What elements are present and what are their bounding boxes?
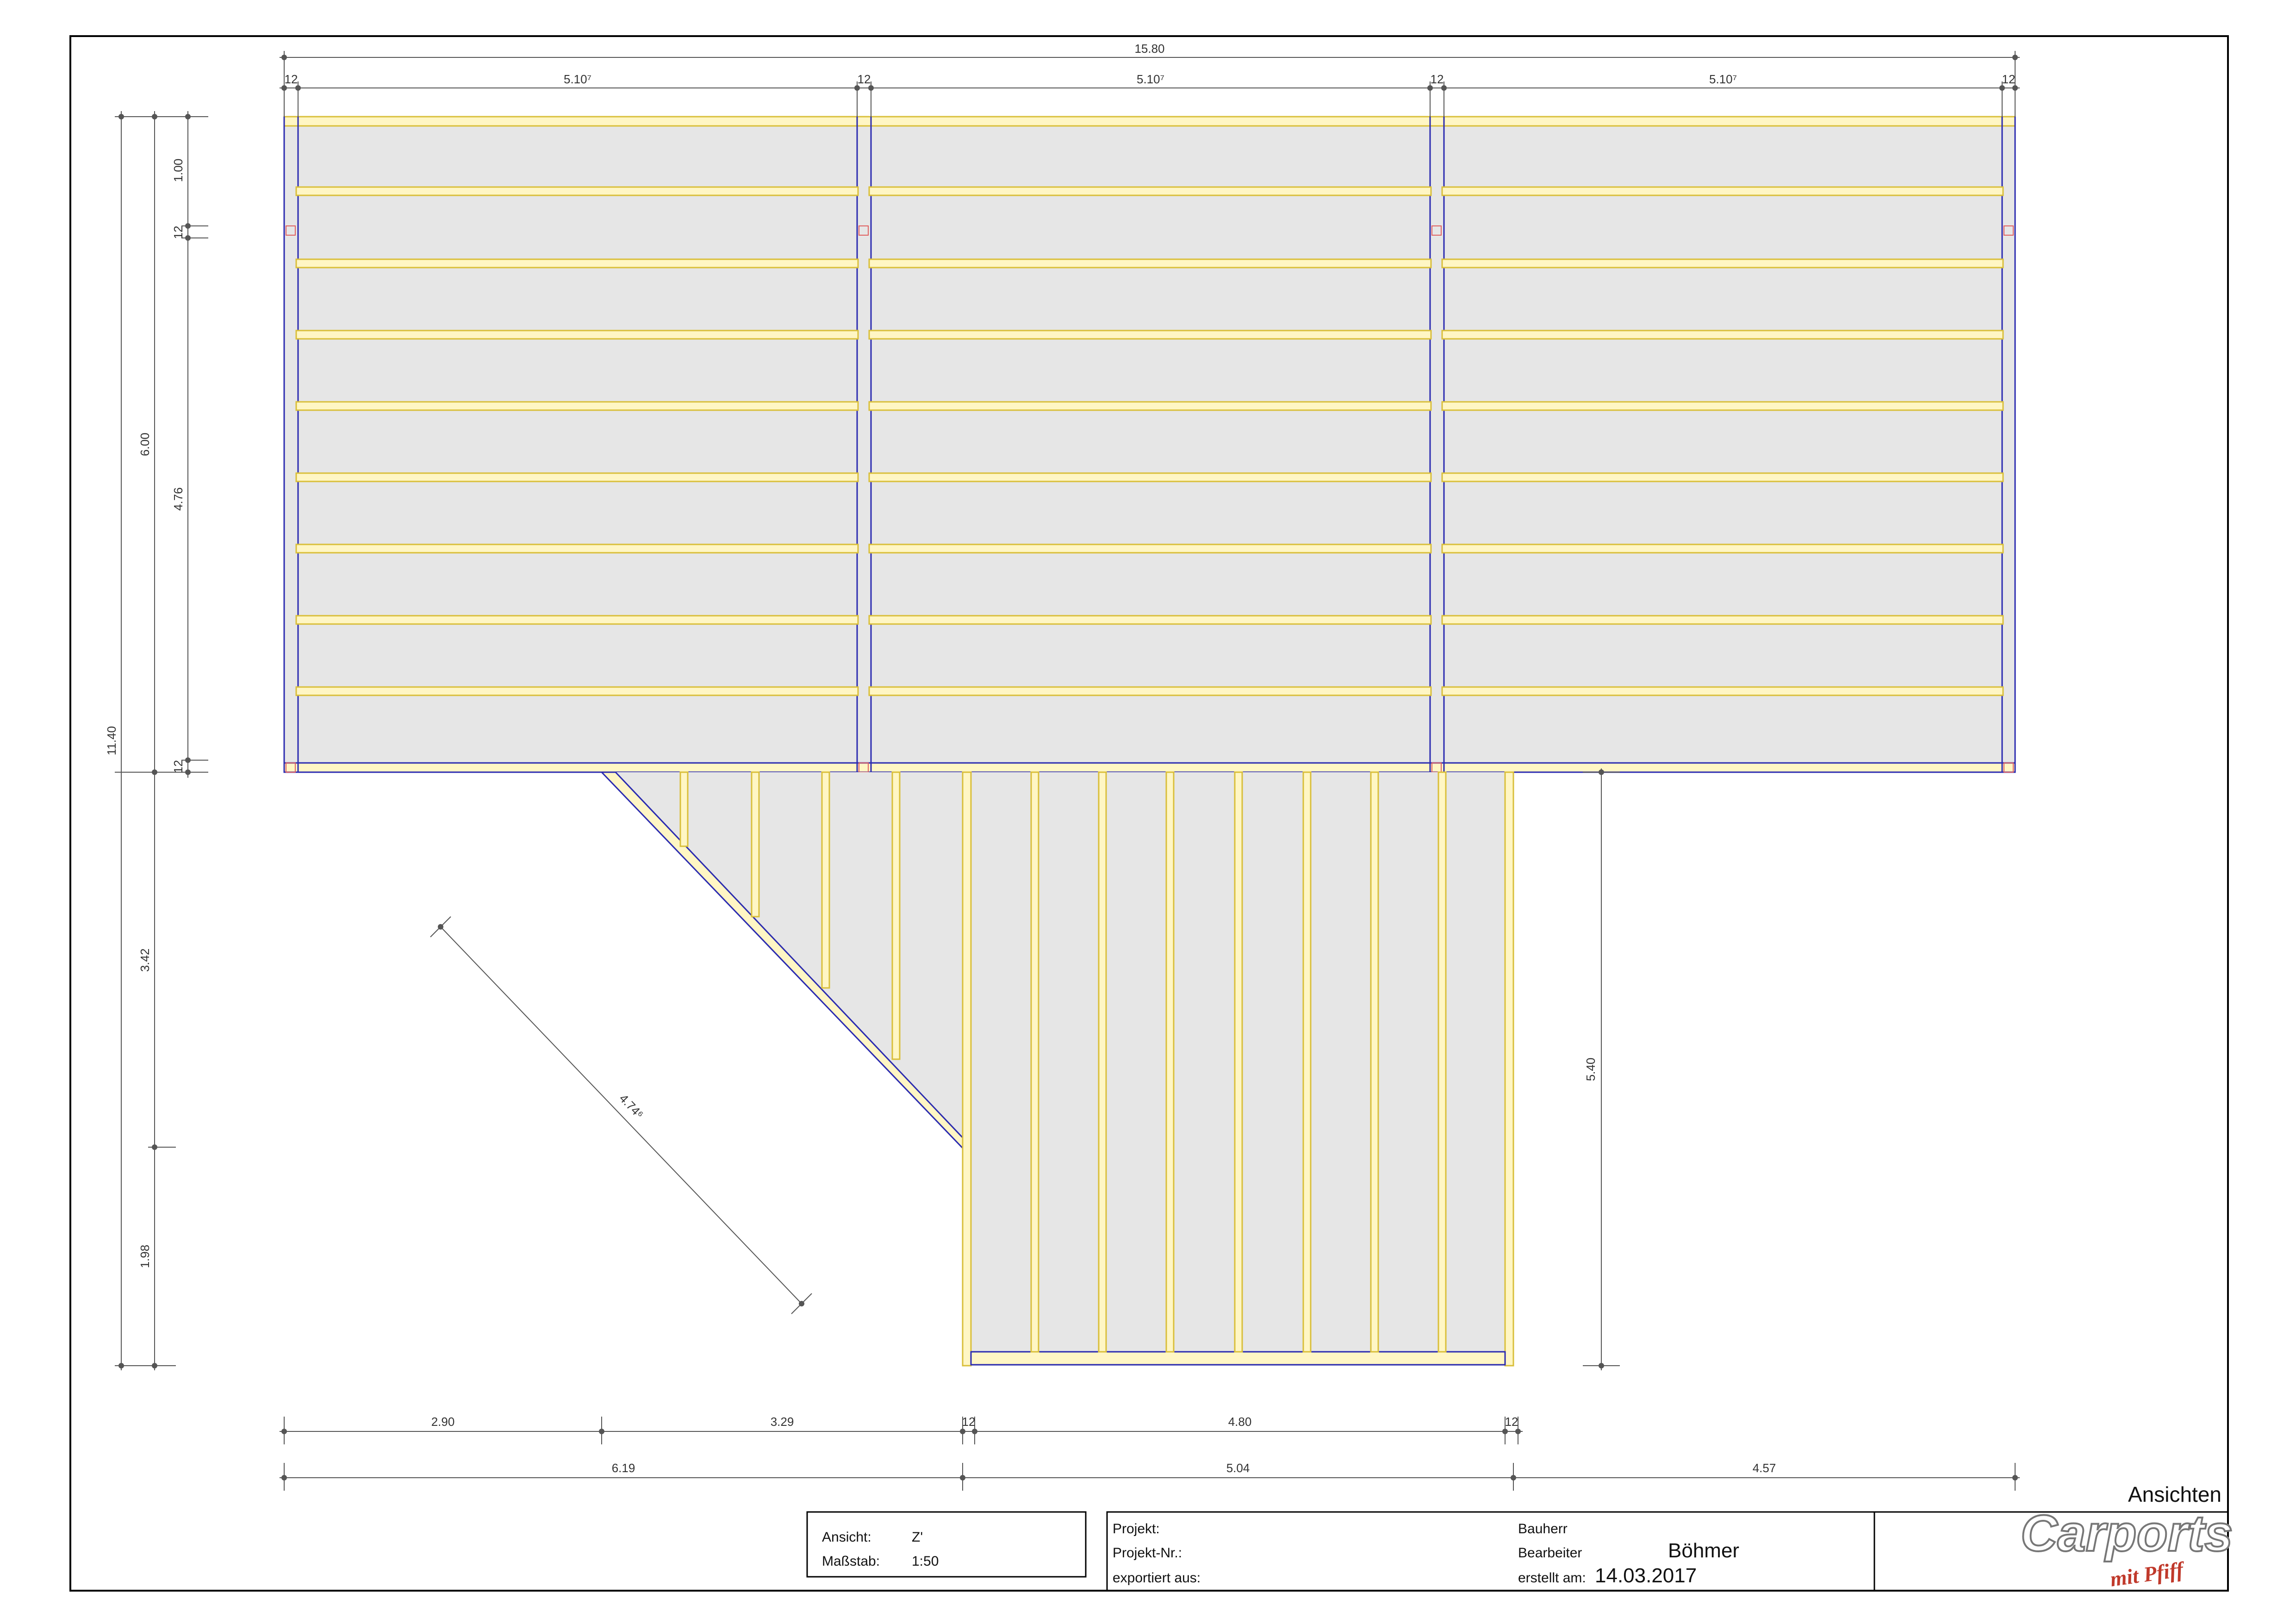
- dim-left-inner-1: 1.00: [171, 159, 185, 182]
- dim-bottom1-1: 2.90: [431, 1415, 455, 1429]
- dim-top-seg-1: 12: [285, 72, 298, 86]
- dim-right-extension: 5.40: [1584, 1058, 1598, 1081]
- logo-text: Carports: [2021, 1505, 2233, 1562]
- dim-bottom2-3: 4.57: [1753, 1461, 1776, 1475]
- client-label: Bauherr: [1518, 1521, 1568, 1537]
- created-label: erstellt am:: [1518, 1570, 1586, 1586]
- dim-top-seg-7: 12: [2002, 72, 2016, 86]
- roof-extension: [600, 771, 1514, 1367]
- main-roof: [283, 116, 2016, 773]
- dim-bottom2-2: 5.04: [1226, 1461, 1250, 1475]
- dim-bottom2-1: 6.19: [612, 1461, 635, 1475]
- dim-bottom1-2: 3.29: [771, 1415, 794, 1429]
- dim-top-seg-4: 5.10⁷: [1137, 72, 1164, 86]
- dim-left-outer: 11.40: [105, 726, 118, 755]
- carports-logo: Carports mit Pfiff: [2020, 1504, 2234, 1591]
- dim-bottom1-4: 4.80: [1228, 1415, 1252, 1429]
- view-label: Ansicht:: [822, 1530, 871, 1545]
- dim-bottom1-3: 12: [962, 1415, 976, 1429]
- dim-top-total: 15.80: [1134, 42, 1164, 56]
- logo-tagline: mit Pfiff: [2109, 1557, 2187, 1591]
- project-label: Projekt:: [1113, 1521, 1160, 1537]
- exported-label: exportiert aus:: [1113, 1570, 1201, 1586]
- project-no-label: Projekt-Nr.:: [1113, 1545, 1182, 1561]
- dim-left-inner-2: 12: [171, 226, 185, 239]
- dim-diagonal: 4.74⁶: [616, 1091, 646, 1121]
- editor-value: Böhmer: [1668, 1539, 1739, 1562]
- dim-left-mid-3: 1.98: [138, 1245, 152, 1268]
- dim-left-inner-4: 12: [171, 760, 185, 774]
- sheet-title: Ansichten: [2128, 1482, 2221, 1506]
- dim-bottom1-5: 12: [1505, 1415, 1518, 1429]
- dim-left-inner-3: 4.76: [171, 487, 185, 511]
- dim-left-mid-1: 6.00: [138, 433, 152, 456]
- view-box: Ansicht: Z' Maßstab: 1:50: [806, 1511, 1087, 1578]
- created-value: 14.03.2017: [1595, 1564, 1697, 1587]
- editor-label: Bearbeiter: [1518, 1545, 1582, 1561]
- carport-plan-drawing: 15.80 12 5.10⁷ 12 5.10⁷ 12 5.10⁷ 12 11.4…: [69, 35, 2234, 1592]
- view-value: Z': [912, 1530, 923, 1545]
- scale-label: Maßstab:: [822, 1554, 880, 1569]
- dim-top-seg-5: 12: [1431, 72, 1444, 86]
- dim-top-seg-2: 5.10⁷: [564, 72, 591, 86]
- dim-left-mid-2: 3.42: [138, 949, 152, 972]
- dim-top-seg-3: 12: [858, 72, 871, 86]
- scale-value: 1:50: [912, 1554, 939, 1569]
- dim-top-seg-6: 5.10⁷: [1709, 72, 1737, 86]
